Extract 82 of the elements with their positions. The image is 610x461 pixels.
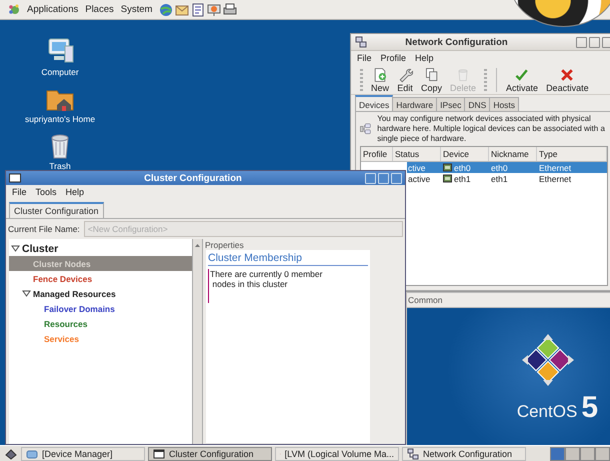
table-cell: eth1 [454,174,471,184]
workspace-switcher[interactable] [550,446,610,460]
menu-item[interactable]: Profile [380,53,406,63]
table-cell: eth0 [454,162,471,172]
logo-version: 5 [581,394,598,422]
scroll-up-icon[interactable] [194,242,201,249]
properties-heading: Cluster Membership [208,252,368,266]
envelope-icon[interactable] [175,2,190,16]
device-row[interactable]: ctive eth0 eth0 Ethernet [407,162,607,173]
table-cell-text: eth1 [490,174,509,184]
panel-menu[interactable]: Applications [27,4,78,15]
properties-text: There are currently 0 member nodes in this cluster [208,269,368,303]
tab[interactable]: IPsec [436,97,466,111]
network-icon [355,36,367,48]
column-header[interactable]: Nickname [489,147,537,161]
new-document-icon [372,66,388,82]
tree-item[interactable]: Fence Devices [9,271,192,286]
menu-item[interactable]: Help [415,53,434,63]
toolbar-button[interactable]: Copy [418,66,446,92]
panel-menu[interactable]: System [120,4,152,15]
cross-icon [559,66,576,82]
network-icon [407,448,419,460]
presentation-icon[interactable] [207,2,222,16]
device-row[interactable]: active eth1 eth1 Ethernet [407,173,607,184]
taskbar-button[interactable]: Cluster Configuration [148,446,272,460]
section-label: Common [407,292,610,308]
desktop-icon-label[interactable]: Computer [41,67,79,77]
show-desktop-icon[interactable] [4,447,18,460]
globe-icon[interactable] [159,2,174,16]
wrench-icon [397,66,414,82]
toolbar-button[interactable]: Edit [394,66,416,92]
tree-item[interactable]: Cluster [9,241,192,256]
tab[interactable]: Devices [355,95,394,111]
column-header[interactable]: Device [441,147,489,161]
group-label: Properties [205,240,245,250]
window-title: Cluster Configuration [143,172,243,184]
gnome-foot-icon [8,4,20,16]
logo-name: CentOS [516,402,578,422]
device-icon [26,448,38,460]
printer-icon[interactable] [223,2,238,16]
copy-icon [424,66,440,82]
tab[interactable]: Cluster Configuration [9,202,104,218]
tree-item[interactable]: Resources [9,316,192,331]
desktop-icon-label[interactable]: Trash [49,161,71,171]
field-label: Current File Name: [8,224,80,234]
table-cell-text: Ethernet [538,174,572,184]
toolbar-button[interactable]: Activate [503,66,542,92]
menu-item[interactable]: Help [66,187,84,197]
description-text: You may configure network devices associated with physical hardware here. Multiple logical devices can be associated with a single piece of hardware. [377,114,606,144]
check-icon [514,66,530,82]
tab[interactable]: Hardware [392,97,438,111]
table-cell-text: active [407,174,432,184]
expander-icon[interactable] [11,244,20,253]
table-cell-text: ctive [407,162,426,172]
toolbar-button[interactable]: New [368,66,392,92]
minimize-button[interactable] [576,36,587,48]
maximize-button[interactable] [589,36,600,48]
toolbar-button[interactable]: Deactivate [543,66,592,92]
panel-menu[interactable]: Places [85,4,114,15]
tab[interactable]: DNS [464,97,490,111]
document-icon[interactable] [191,2,206,16]
column-header[interactable]: Status [393,147,441,161]
close-button[interactable] [602,36,610,48]
taskbar-button[interactable]: [LVM (Logical Volume Ma... [275,446,399,460]
column-header[interactable]: Type [537,147,607,161]
pinwheel-logo-icon [520,332,576,388]
tree-item[interactable]: Managed Resources [9,286,192,301]
window-icon [153,448,165,460]
menu-item[interactable]: File [12,187,27,197]
tab[interactable]: Hosts [489,97,520,111]
expander-icon[interactable] [22,289,31,298]
menu-item[interactable]: Tools [36,187,57,197]
desktop-icon-label[interactable]: supriyanto's Home [24,114,96,124]
tree-item[interactable]: Failover Domains [9,301,192,316]
table-cell-text: eth0 [490,162,509,172]
window-icon [9,173,21,183]
taskbar-button[interactable]: [Device Manager] [21,446,145,460]
table-cell-text: Ethernet [538,162,572,172]
menu-item[interactable]: File [357,53,372,63]
column-header[interactable]: Profile [361,147,393,161]
window-title: Network Configuration [404,36,509,48]
taskbar-button[interactable]: Network Configuration [402,446,526,460]
